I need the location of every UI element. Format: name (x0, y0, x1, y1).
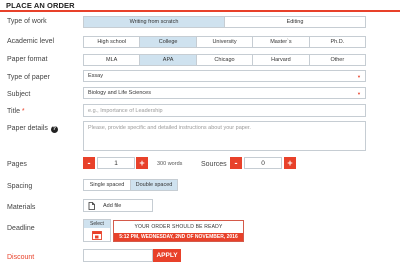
spacing-single[interactable]: Single spaced (84, 180, 131, 190)
paper-format-harvard[interactable]: Harvard (253, 55, 310, 65)
discount-code-input[interactable] (83, 249, 153, 262)
ready-time: 5:12 PM, WEDNESDAY, 2ND OF NOVEMBER, 201… (114, 233, 243, 241)
type-of-work-selector: Writing from scratch Editing (83, 16, 366, 28)
deadline-label: Deadline (7, 225, 35, 232)
paper-format-chicago[interactable]: Chicago (196, 55, 254, 65)
paper-details-label-text: Paper details (7, 125, 48, 132)
file-icon (88, 201, 95, 210)
dropdown-caret-icon: ▼ (357, 74, 361, 79)
deadline-picker[interactable]: Select (83, 219, 111, 242)
type-of-paper-select[interactable]: Essay ▼ (83, 70, 366, 82)
academic-level-college[interactable]: College (140, 37, 197, 47)
spacing-selector: Single spaced Double spaced (83, 179, 178, 191)
title-placeholder: e.g., Importance of Leadership (88, 107, 163, 114)
paper-format-mla[interactable]: MLA (84, 55, 141, 65)
dropdown-caret-icon: ▼ (357, 91, 361, 96)
sources-decrement-button[interactable]: - (230, 157, 242, 169)
sources-value[interactable]: 0 (244, 157, 282, 169)
sources-increment-button[interactable]: + (284, 157, 296, 169)
add-file-button[interactable]: Add file (83, 199, 153, 212)
type-of-paper-label: Type of paper (7, 74, 50, 81)
paper-details-textarea[interactable]: Please, provide specific and detailed in… (83, 121, 366, 151)
academic-level-university[interactable]: University (196, 37, 254, 47)
deadline-select-label: Select (84, 220, 110, 228)
paper-format-label: Paper format (7, 56, 48, 63)
title-input[interactable]: e.g., Importance of Leadership (83, 104, 366, 117)
apply-discount-button[interactable]: APPLY (153, 249, 181, 262)
academic-level-phd[interactable]: Ph.D. (309, 37, 366, 47)
type-of-work-option-writing[interactable]: Writing from scratch (84, 17, 225, 27)
discount-label: Discount (7, 254, 35, 261)
pages-value[interactable]: 1 (97, 157, 135, 169)
paper-format-selector: MLA APA Chicago Harvard Other (83, 54, 366, 66)
type-of-paper-value: Essay (88, 73, 103, 79)
type-of-work-option-editing[interactable]: Editing (225, 17, 365, 27)
title-label: Title * (7, 108, 25, 115)
academic-level-selector: High school College University Master`s … (83, 36, 366, 48)
pages-decrement-button[interactable]: - (83, 157, 95, 169)
academic-level-masters[interactable]: Master`s (253, 37, 310, 47)
academic-level-label: Academic level (7, 38, 55, 45)
title-label-text: Title (7, 108, 20, 115)
subject-label: Subject (7, 91, 31, 98)
sources-label: Sources (201, 161, 227, 168)
add-file-label: Add file (103, 202, 122, 209)
calendar-icon (84, 228, 110, 240)
word-count: 300 words (157, 161, 183, 167)
pages-increment-button[interactable]: + (136, 157, 148, 169)
paper-details-placeholder: Please, provide specific and detailed in… (88, 125, 251, 131)
title-divider (0, 10, 400, 12)
spacing-double[interactable]: Double spaced (131, 180, 177, 190)
paper-details-label: Paper details? (7, 125, 58, 133)
paper-format-apa[interactable]: APA (140, 55, 197, 65)
spacing-label: Spacing (7, 183, 33, 190)
page-title: PLACE AN ORDER (6, 1, 75, 10)
materials-label: Materials (7, 204, 36, 211)
required-mark: * (21, 108, 25, 115)
help-icon[interactable]: ? (50, 126, 58, 133)
paper-format-other[interactable]: Other (309, 55, 366, 65)
subject-value: Biology and Life Sciences (88, 90, 151, 96)
subject-select[interactable]: Biology and Life Sciences ▼ (83, 87, 366, 99)
deadline-ready-info: YOUR ORDER SHOULD BE READY 5:12 PM, WEDN… (113, 220, 244, 242)
academic-level-high-school[interactable]: High school (84, 37, 141, 47)
type-of-work-label: Type of work (7, 18, 47, 25)
ready-title: YOUR ORDER SHOULD BE READY (134, 224, 223, 230)
pages-label: Pages (7, 161, 27, 168)
